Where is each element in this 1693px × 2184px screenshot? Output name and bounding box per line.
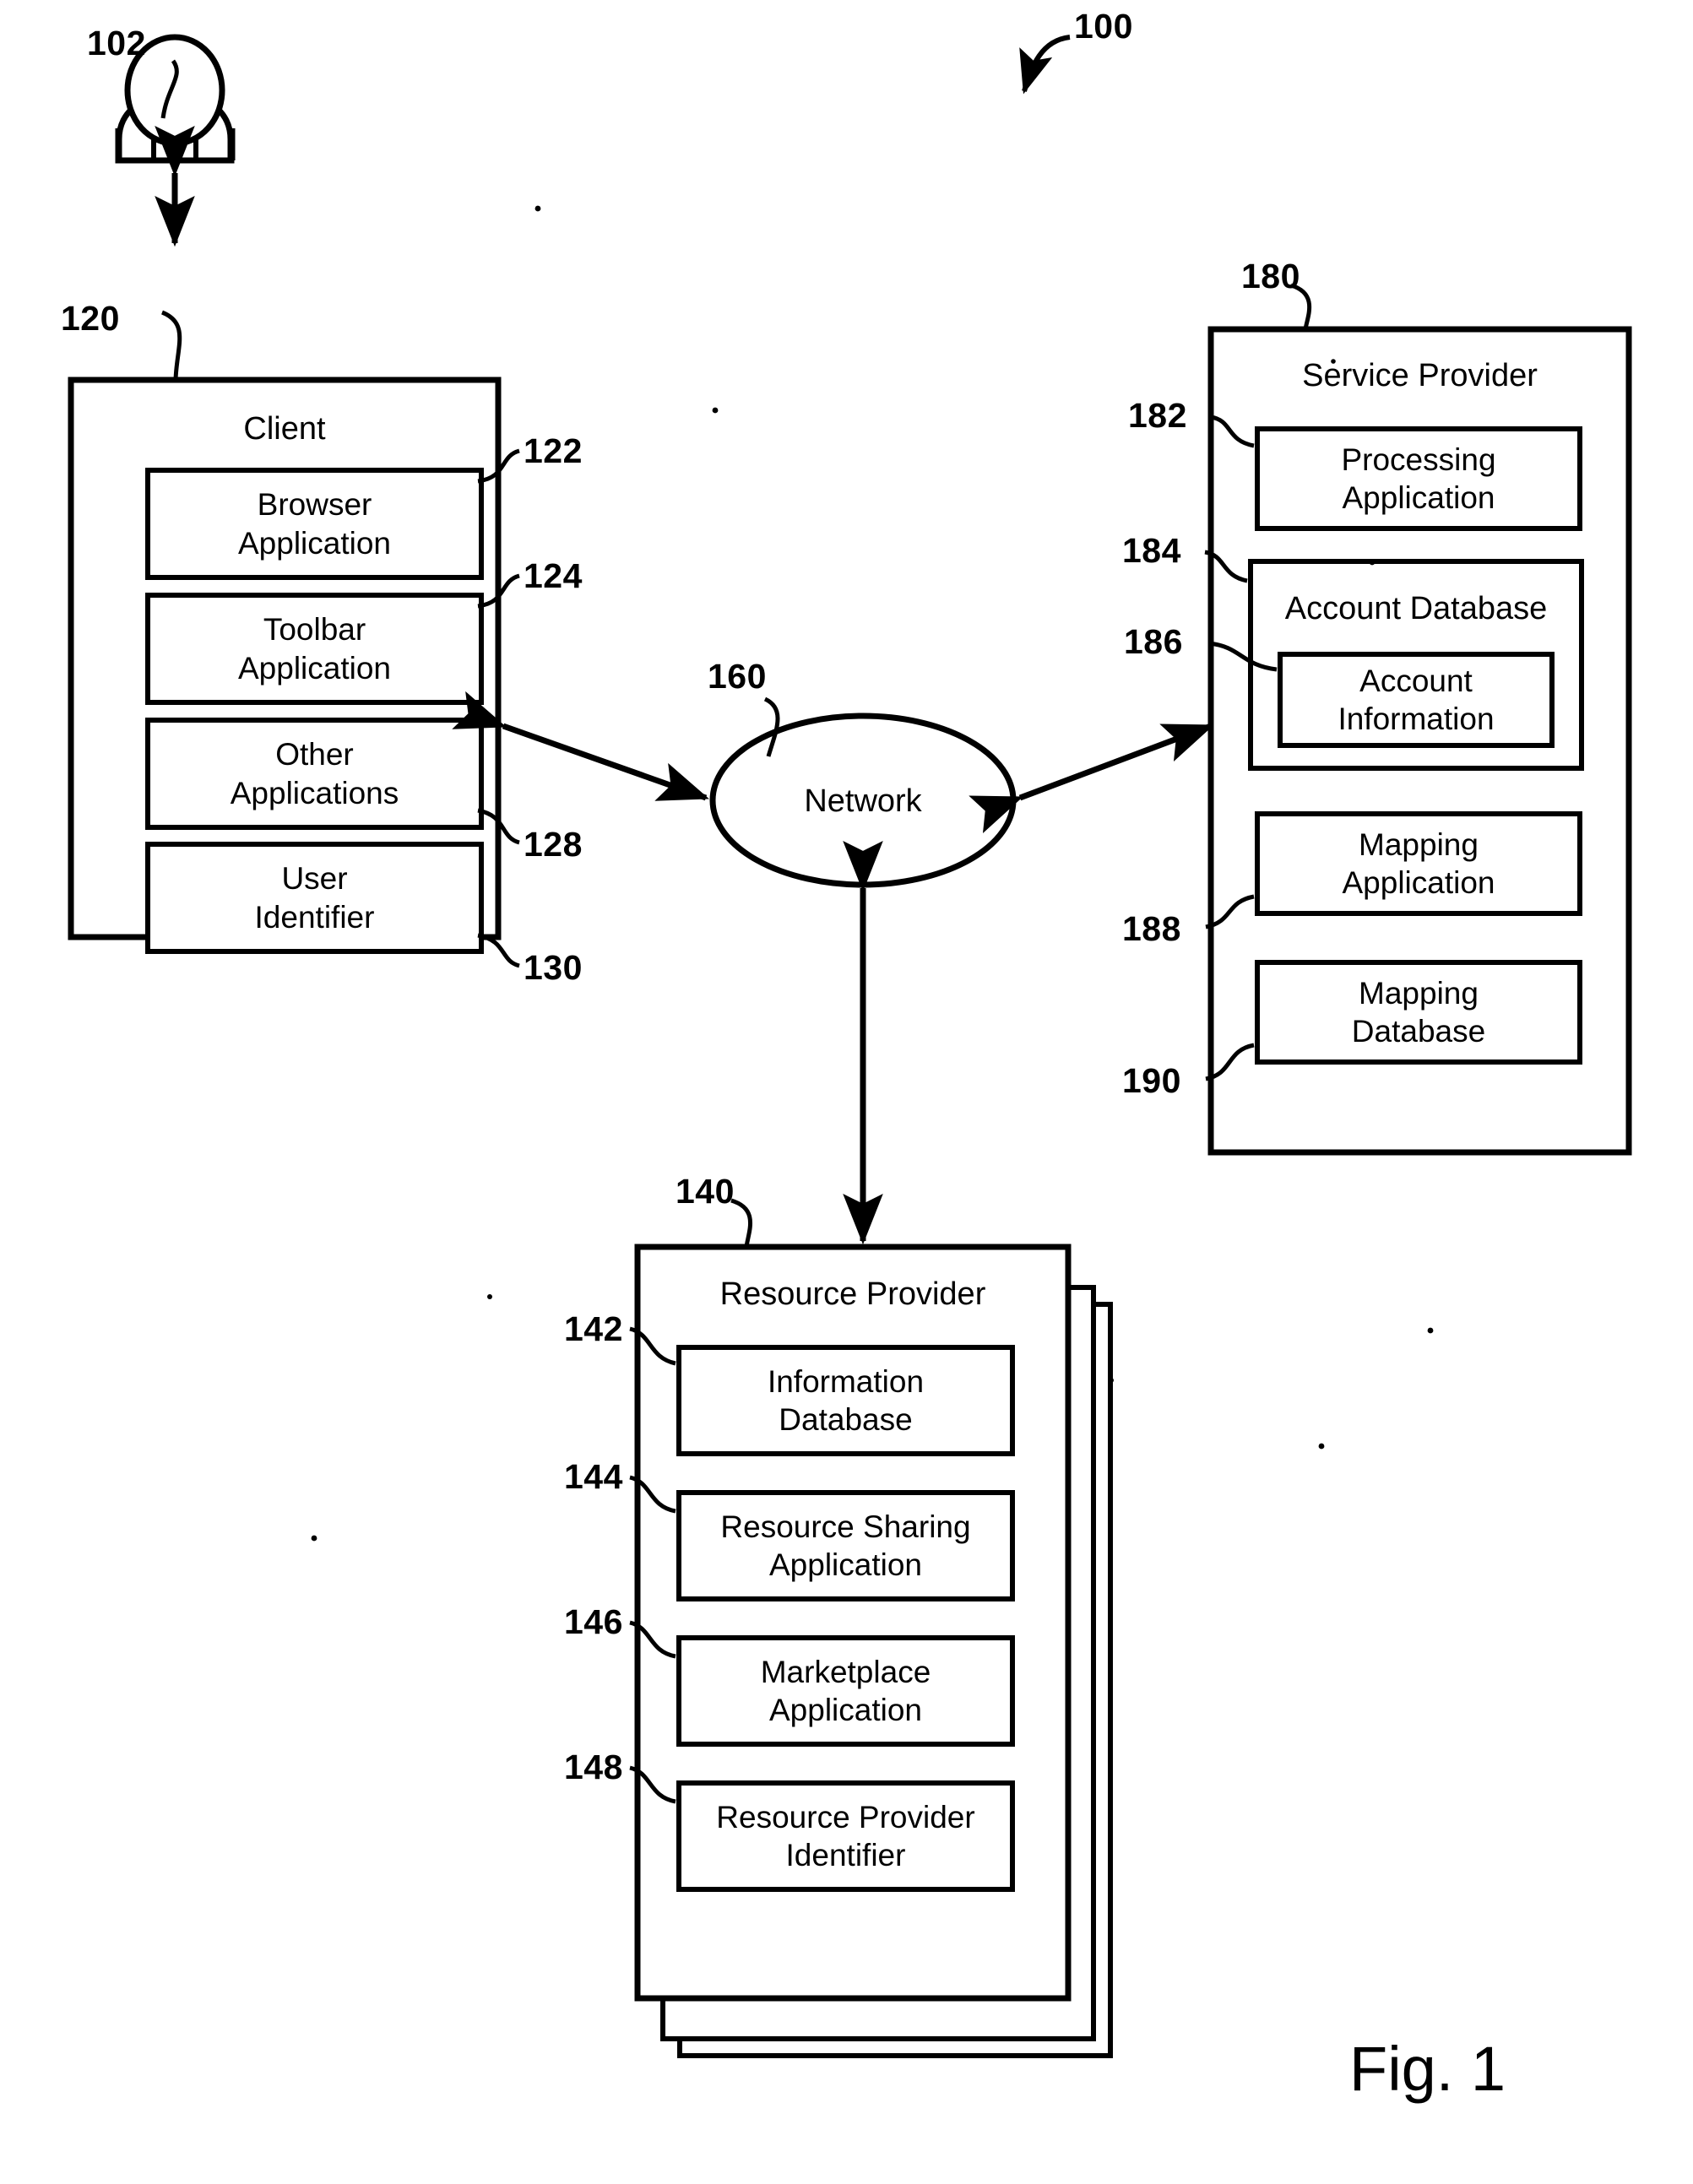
ref-number-160: 160 [708,657,767,696]
sp-mapping-app-line1: Mapping [1359,826,1479,862]
rp-sharing-line1: Resource Sharing [720,1509,971,1544]
ref-number-190: 190 [1122,1061,1181,1100]
rp-module-resource-sharing: Resource Sharing Application [679,1493,1012,1599]
sp-processing-line2: Application [1342,480,1495,515]
service-provider-box-title: Service Provider [1302,358,1538,393]
leader-120 [160,310,182,381]
rp-info-db-line1: Information [767,1363,925,1399]
rp-sharing-line2: Application [768,1547,922,1582]
ref-number-182: 182 [1128,396,1187,435]
ref-number-130: 130 [524,948,583,987]
client-module-toolbar: Toolbar Application [148,595,481,702]
client-module-user-line1: User [281,861,348,897]
rp-module-resource-provider-identifier: Resource Provider Identifier [679,1783,1012,1889]
ref-number-128: 128 [524,825,583,864]
ref-number-144: 144 [564,1457,623,1496]
client-module-other-line1: Other [275,737,354,772]
client-module-browser-line2: Application [237,525,391,561]
ref-number-140: 140 [676,1172,735,1211]
ref-number-186: 186 [1124,622,1183,661]
figure-caption: Fig. 1 [1349,2034,1506,2104]
rp-module-information-database: Information Database [679,1347,1012,1454]
arrow-network-service-provider [969,723,1214,833]
sp-account-information: Account Information [1280,654,1552,745]
client-module-other-applications: Other Applications [148,720,481,827]
client-module-browser: Browser Application [148,470,481,577]
client-module-user-identifier: User Identifier [148,844,481,951]
rp-info-db-line2: Database [779,1402,913,1437]
sp-mapping-db-line1: Mapping [1359,975,1479,1011]
rp-identifier-line1: Resource Provider [716,1799,975,1834]
ref-number-184: 184 [1122,531,1181,570]
ref-number-180: 180 [1241,257,1300,295]
sp-account-info-line2: Information [1338,702,1495,736]
ref-number-124: 124 [524,556,583,595]
rp-module-marketplace: Marketplace Application [679,1638,1012,1744]
rp-marketplace-line2: Application [768,1693,922,1727]
sp-account-database-title: Account Database [1284,591,1548,626]
ref-number-100: 100 [1074,7,1133,46]
leader-100-arrow [1019,35,1071,95]
sp-module-processing-application: Processing Application [1257,429,1580,528]
client-module-other-line2: Applications [230,775,399,810]
ref-number-146: 146 [564,1602,623,1641]
sp-mapping-app-line2: Application [1342,865,1495,900]
sp-processing-line1: Processing [1341,442,1496,477]
resource-provider-box-title: Resource Provider [719,1276,986,1312]
client-box-title: Client [243,411,326,447]
patent-figure-1: 100 102 120 Client Browser Application 1… [0,0,1693,2184]
network-label: Network [804,783,922,819]
client-module-browser-line1: Browser [257,487,372,523]
client-module-toolbar-line1: Toolbar [263,612,366,648]
rp-marketplace-line1: Marketplace [760,1654,931,1689]
arrow-client-network [452,691,709,801]
ref-number-120: 120 [61,299,120,338]
ref-number-142: 142 [564,1309,623,1348]
sp-module-mapping-database: Mapping Database [1257,962,1580,1062]
ref-number-188: 188 [1122,909,1181,948]
client-module-toolbar-line2: Application [237,650,391,686]
sp-account-info-line1: Account [1359,663,1473,698]
rp-identifier-line2: Identifier [785,1838,906,1872]
sp-module-mapping-application: Mapping Application [1257,814,1580,913]
ref-number-122: 122 [524,431,583,470]
ref-number-148: 148 [564,1748,623,1786]
ref-number-102: 102 [87,24,146,62]
sp-mapping-db-line2: Database [1351,1014,1486,1049]
client-module-user-line2: Identifier [254,899,375,935]
